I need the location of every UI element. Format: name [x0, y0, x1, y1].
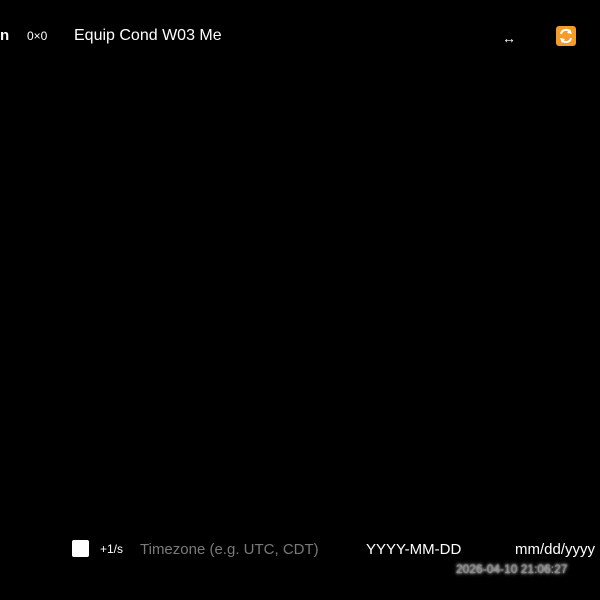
page-title: Equip Cond W03 Me — [74, 27, 222, 44]
dimensions-readout: 0×0 — [27, 29, 48, 43]
brand-fragment: n — [0, 27, 10, 44]
auto-increment-checkbox[interactable] — [72, 540, 89, 557]
date-format-select[interactable]: YYYY-MM-DD — [366, 541, 461, 558]
top-bar: n 0×0 Equip Cond W03 Me ↔ — [0, 22, 600, 52]
date-input[interactable]: mm/dd/yyyy — [515, 541, 595, 558]
resize-button[interactable]: ↔ — [502, 31, 516, 45]
refresh-button[interactable] — [556, 26, 576, 46]
timezone-input[interactable] — [138, 538, 352, 560]
timestamp-readout: 2026-04-10 21:06:27 — [456, 562, 568, 576]
bottom-bar: +1/s YYYY-MM-DD mm/dd/yyyy — [0, 536, 600, 564]
refresh-icon — [560, 28, 572, 44]
app-screen: n 0×0 Equip Cond W03 Me ↔ +1/s YYYY-MM-D… — [0, 0, 600, 600]
rate-label: +1/s — [100, 542, 124, 556]
